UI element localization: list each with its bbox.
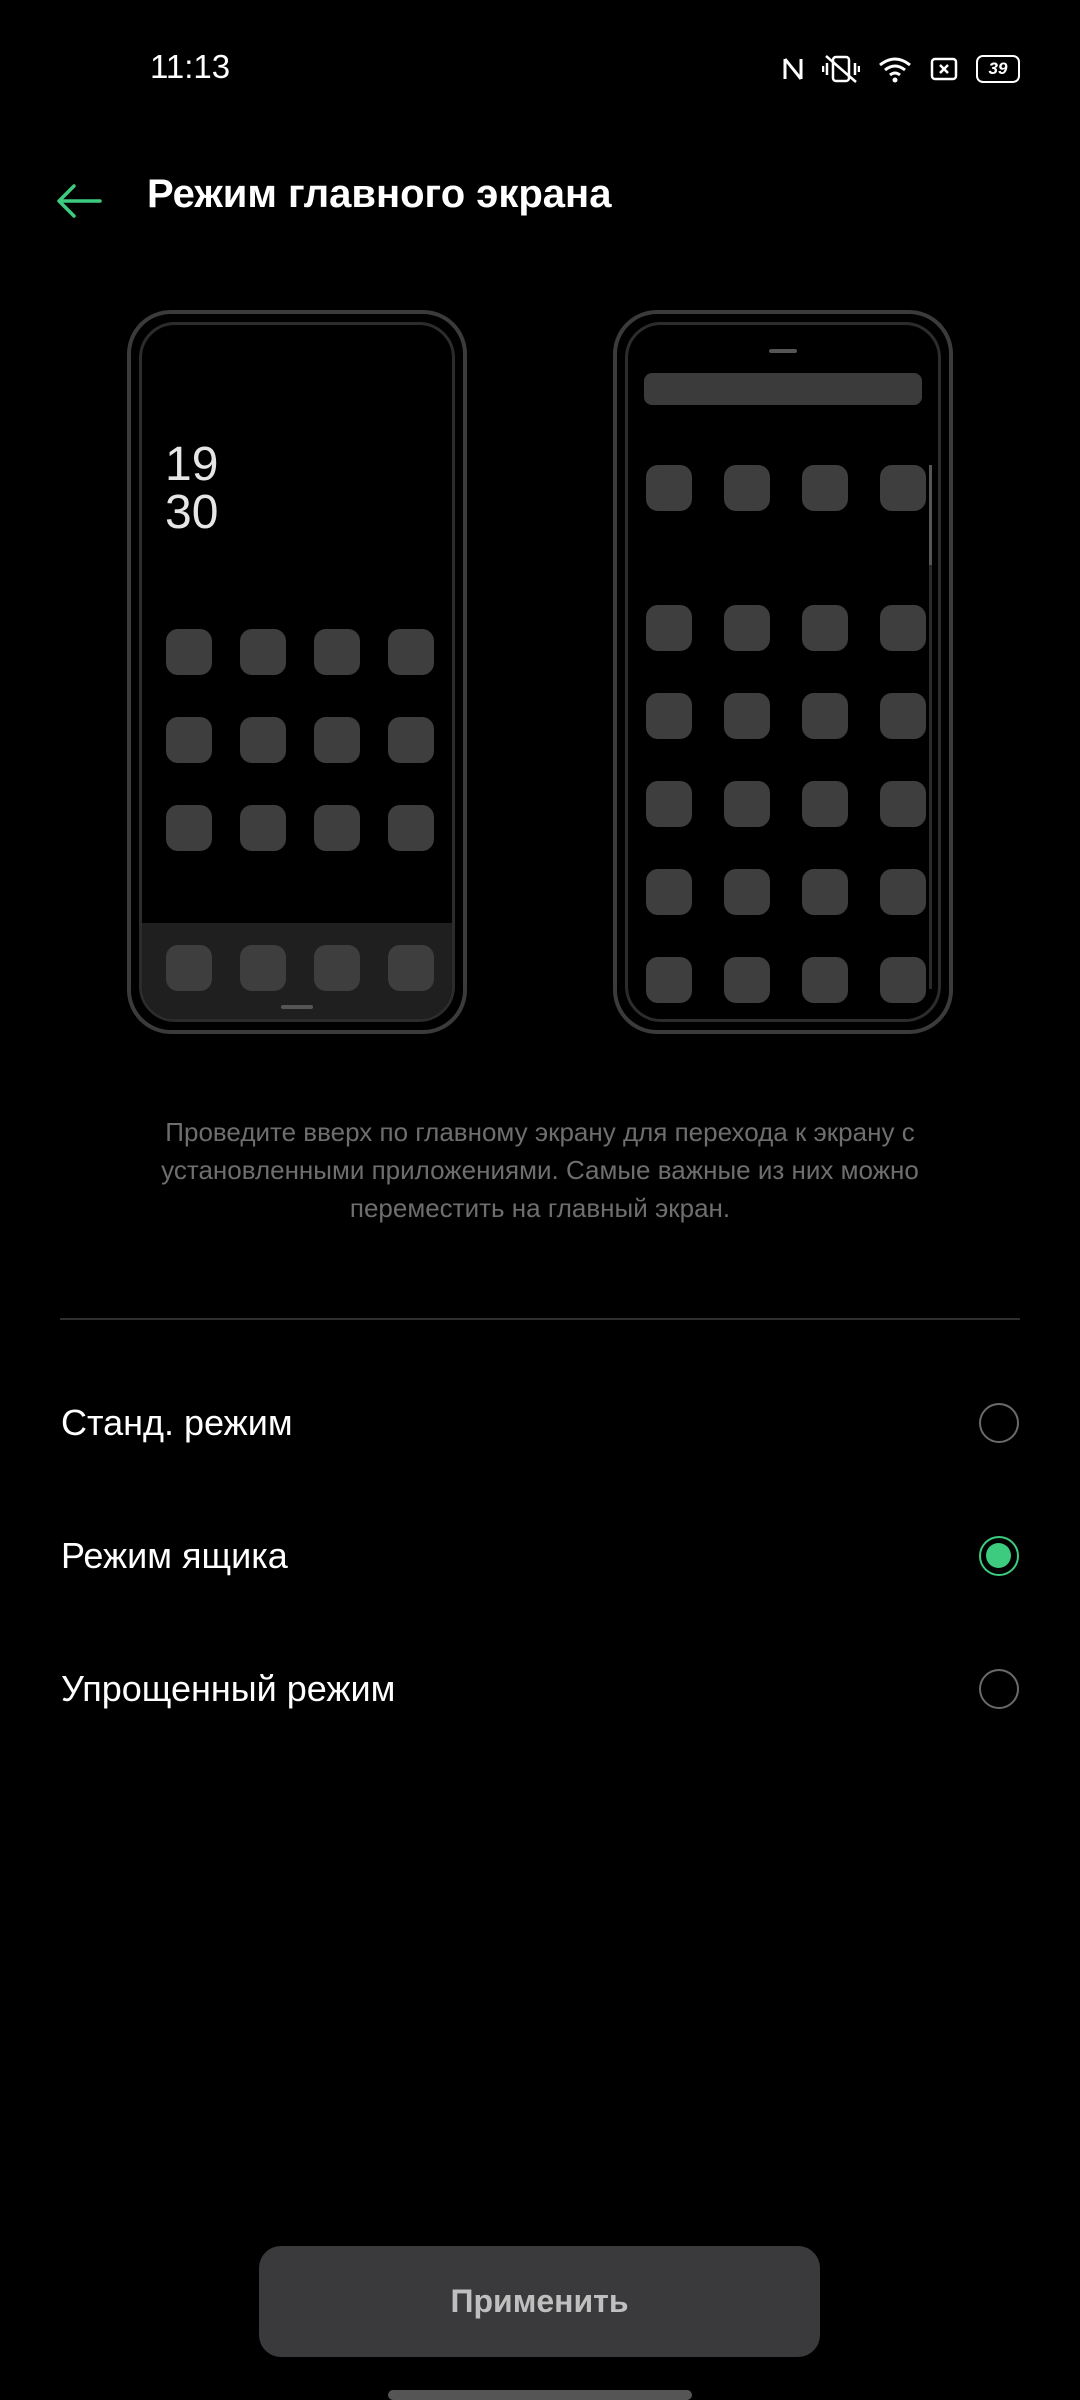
preview-app-icon <box>646 605 692 651</box>
preview-app-icon <box>166 717 212 763</box>
preview-app-icon <box>240 717 286 763</box>
preview-app-icon <box>646 957 692 1003</box>
preview-home-indicator <box>281 1005 313 1009</box>
radio-button[interactable] <box>979 1669 1019 1709</box>
preview-app-icon <box>802 693 848 739</box>
preview-app-icon <box>166 629 212 675</box>
preview-app-icon <box>388 805 434 851</box>
page-title: Режим главного экрана <box>147 172 612 216</box>
option-label: Упрощенный режим <box>61 1668 396 1709</box>
preview-clock-hours: 19 <box>165 438 219 491</box>
preview-app-icon <box>880 957 926 1003</box>
vibrate-off-icon <box>822 55 860 83</box>
sim-icon <box>930 57 958 81</box>
preview-clock-minutes: 30 <box>165 486 219 539</box>
preview-app-icon <box>646 869 692 915</box>
nfc-icon <box>783 58 803 80</box>
preview-app-icon <box>724 465 770 511</box>
drawer-mode-preview <box>613 310 953 1034</box>
preview-search-bar <box>644 373 922 405</box>
mode-description: Проведите вверх по главному экрану для п… <box>161 1117 919 1223</box>
status-time: 11:13 <box>150 48 231 85</box>
preview-app-icon <box>166 805 212 851</box>
preview-app-icon <box>724 693 770 739</box>
preview-app-icon <box>240 805 286 851</box>
preview-app-icon <box>802 957 848 1003</box>
option-drawer-mode[interactable]: Режим ящика <box>0 1491 1080 1621</box>
option-label: Режим ящика <box>61 1535 288 1576</box>
back-button[interactable] <box>48 170 110 232</box>
preview-pill <box>769 349 797 353</box>
preview-app-icon <box>802 605 848 651</box>
radio-button[interactable] <box>979 1403 1019 1443</box>
preview-app-icon <box>240 629 286 675</box>
preview-app-icon <box>646 693 692 739</box>
option-label: Станд. режим <box>61 1402 293 1443</box>
option-standard-mode[interactable]: Станд. режим <box>0 1358 1080 1488</box>
status-icons: 39 <box>782 52 1020 86</box>
preview-app-icon <box>388 629 434 675</box>
preview-app-icon <box>802 465 848 511</box>
navigation-handle[interactable] <box>388 2390 692 2400</box>
preview-app-icon <box>802 869 848 915</box>
preview-app-icon <box>166 945 212 991</box>
preview-app-icon <box>880 605 926 651</box>
preview-app-icon <box>314 629 360 675</box>
arrow-left-icon <box>57 184 102 218</box>
preview-app-icon <box>880 869 926 915</box>
preview-app-icon <box>646 465 692 511</box>
standard-mode-preview: 19 30 <box>127 310 467 1034</box>
battery-icon: 39 <box>976 55 1020 83</box>
divider <box>60 1318 1020 1320</box>
preview-app-icon <box>724 605 770 651</box>
radio-button[interactable] <box>979 1536 1019 1576</box>
preview-app-icon <box>314 805 360 851</box>
preview-scroll-thumb <box>929 465 932 565</box>
preview-app-icon <box>388 717 434 763</box>
preview-app-icon <box>880 781 926 827</box>
preview-app-icon <box>724 781 770 827</box>
preview-app-icon <box>724 957 770 1003</box>
preview-app-icon <box>880 693 926 739</box>
wifi-icon <box>879 57 911 83</box>
preview-app-icon <box>646 781 692 827</box>
preview-app-icon <box>314 945 360 991</box>
preview-app-icon <box>880 465 926 511</box>
preview-app-icon <box>724 869 770 915</box>
preview-app-icon <box>240 945 286 991</box>
option-simple-mode[interactable]: Упрощенный режим <box>0 1624 1080 1754</box>
preview-app-icon <box>802 781 848 827</box>
preview-app-icon <box>314 717 360 763</box>
preview-app-icon <box>388 945 434 991</box>
apply-button[interactable]: Применить <box>259 2246 820 2357</box>
preview-clock: 19 30 <box>165 441 218 537</box>
